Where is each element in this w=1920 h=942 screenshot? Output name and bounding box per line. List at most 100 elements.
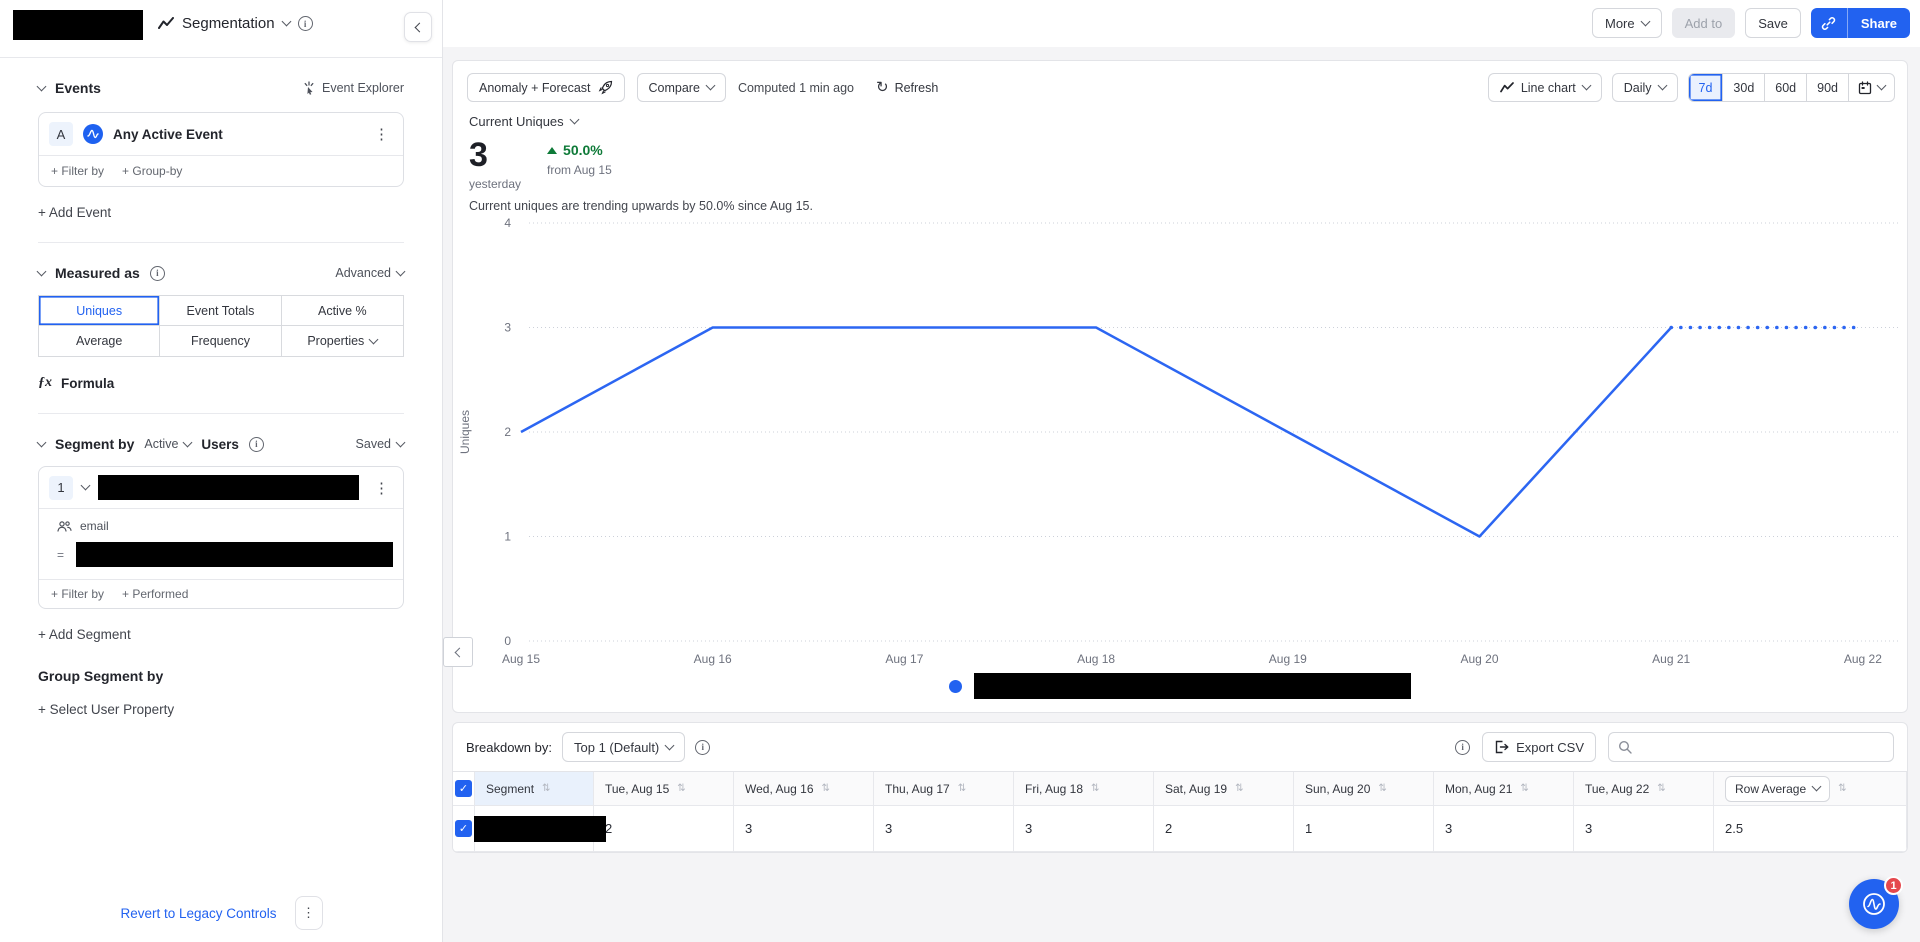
column-header[interactable]: Mon, Aug 21⇅ xyxy=(1434,772,1574,806)
compare-button[interactable]: Compare xyxy=(637,73,726,102)
advanced-dropdown[interactable]: Advanced xyxy=(335,266,404,280)
row-checkbox[interactable]: ✓ xyxy=(455,820,472,837)
measured-as-title: Measured as xyxy=(55,265,140,281)
event-explorer-button[interactable]: Event Explorer xyxy=(302,81,404,95)
segment-performed-button[interactable]: + Performed xyxy=(122,587,188,601)
column-header[interactable]: Fri, Aug 18⇅ xyxy=(1014,772,1154,806)
segment-kebab-menu[interactable]: ⋮ xyxy=(370,479,393,497)
notification-badge: 1 xyxy=(1884,876,1903,895)
sort-icon[interactable]: ⇅ xyxy=(958,783,966,794)
share-button[interactable]: Share xyxy=(1848,8,1910,38)
event-kebab-menu[interactable]: ⋮ xyxy=(370,125,393,143)
column-header[interactable]: Tue, Aug 15⇅ xyxy=(594,772,734,806)
chart-type-dropdown[interactable]: Line chart xyxy=(1488,73,1602,102)
info-icon[interactable]: i xyxy=(150,266,165,281)
segment-property[interactable]: email xyxy=(80,519,109,533)
breakdown-selector[interactable]: Top 1 (Default) xyxy=(562,732,685,762)
column-header[interactable]: Thu, Aug 17⇅ xyxy=(874,772,1014,806)
measure-option-frequency[interactable]: Frequency xyxy=(160,326,281,356)
column-header[interactable]: Sun, Aug 20⇅ xyxy=(1294,772,1434,806)
metric-change: 50.0% xyxy=(547,142,612,158)
info-icon[interactable]: i xyxy=(695,740,710,755)
row-average-cell: 2.5 xyxy=(1714,806,1907,852)
sort-icon[interactable]: ⇅ xyxy=(822,783,830,794)
column-header[interactable]: Tue, Aug 22⇅ xyxy=(1574,772,1714,806)
metric-selector[interactable]: Current Uniques xyxy=(469,114,813,129)
computed-status: Computed 1 min ago xyxy=(738,81,854,95)
info-icon[interactable]: i xyxy=(1455,740,1470,755)
legend-series-dot[interactable] xyxy=(949,680,962,693)
chevron-down-icon[interactable] xyxy=(281,17,291,27)
line-chart[interactable]: 01234UniquesAug 15Aug 16Aug 17Aug 18Aug … xyxy=(453,201,1907,671)
sort-icon[interactable]: ⇅ xyxy=(1091,783,1099,794)
segment-by-title: Segment by xyxy=(55,436,134,452)
event-filter-by-button[interactable]: + Filter by xyxy=(51,164,104,178)
measure-option-uniques[interactable]: Uniques xyxy=(39,296,160,326)
column-header[interactable]: Wed, Aug 16⇅ xyxy=(734,772,874,806)
redacted-legend-label xyxy=(974,673,1411,699)
range-7d[interactable]: 7d xyxy=(1689,74,1724,101)
chart-scroll-left-button[interactable] xyxy=(443,637,473,667)
segment-operator[interactable]: = xyxy=(57,548,64,562)
sort-icon[interactable]: ⇅ xyxy=(677,783,685,794)
segment-filter-by-button[interactable]: + Filter by xyxy=(51,587,104,601)
info-icon[interactable]: i xyxy=(249,437,264,452)
row-average-selector[interactable]: Row Average xyxy=(1725,776,1830,802)
anomaly-forecast-button[interactable]: Anomaly + Forecast xyxy=(467,73,625,102)
range-30d[interactable]: 30d xyxy=(1723,74,1765,101)
sort-icon[interactable]: ⇅ xyxy=(1235,783,1243,794)
save-button[interactable]: Save xyxy=(1745,8,1801,38)
collapse-events-icon[interactable] xyxy=(37,81,47,91)
svg-text:Aug 16: Aug 16 xyxy=(694,652,732,666)
fx-icon: ƒx xyxy=(38,375,52,391)
add-segment-button[interactable]: + Add Segment xyxy=(38,627,404,642)
redacted-segment-name xyxy=(98,475,359,500)
chevron-down-icon[interactable] xyxy=(81,481,91,491)
link-icon xyxy=(1821,16,1836,31)
select-all-checkbox[interactable]: ✓ xyxy=(455,780,472,797)
search-input[interactable] xyxy=(1640,740,1884,755)
svg-text:Aug 21: Aug 21 xyxy=(1652,652,1690,666)
event-group-by-button[interactable]: + Group-by xyxy=(122,164,182,178)
add-to-button[interactable]: Add to xyxy=(1672,8,1736,38)
measure-option-average[interactable]: Average xyxy=(39,326,160,356)
measure-option-properties[interactable]: Properties xyxy=(282,326,403,356)
event-name[interactable]: Any Active Event xyxy=(113,127,223,142)
help-assistant-button[interactable]: 1 xyxy=(1849,879,1899,929)
granularity-dropdown[interactable]: Daily xyxy=(1612,73,1678,102)
saved-dropdown[interactable]: Saved xyxy=(356,437,404,451)
collapse-segment-icon[interactable] xyxy=(37,437,47,447)
formula-button[interactable]: ƒx Formula xyxy=(38,375,404,391)
value-cell: 3 xyxy=(734,806,874,852)
column-header-segment[interactable]: Segment⇅ xyxy=(475,772,594,806)
svg-text:3: 3 xyxy=(504,321,511,335)
sort-icon[interactable]: ⇅ xyxy=(1378,783,1386,794)
export-csv-button[interactable]: Export CSV xyxy=(1482,732,1596,762)
measure-option-event-totals[interactable]: Event Totals xyxy=(160,296,281,326)
revert-legacy-link[interactable]: Revert to Legacy Controls xyxy=(120,906,276,921)
info-icon[interactable]: i xyxy=(298,16,313,31)
column-header[interactable]: Sat, Aug 19⇅ xyxy=(1154,772,1294,806)
calendar-icon xyxy=(1858,81,1872,95)
table-row[interactable]: ✓ 2 3 3 3 2 1 3 3 2.5 xyxy=(453,806,1907,852)
sort-icon[interactable]: ⇅ xyxy=(542,783,550,794)
range-90d[interactable]: 90d xyxy=(1807,74,1849,101)
value-cell: 3 xyxy=(874,806,1014,852)
sort-icon[interactable]: ⇅ xyxy=(1838,783,1846,794)
sort-icon[interactable]: ⇅ xyxy=(1520,783,1528,794)
measure-option-active-pct[interactable]: Active % xyxy=(282,296,403,326)
refresh-button[interactable]: ↻ Refresh xyxy=(876,80,938,95)
add-event-button[interactable]: + Add Event xyxy=(38,205,404,220)
segment-number-badge: 1 xyxy=(49,476,73,500)
divider xyxy=(38,413,404,414)
more-button[interactable]: More xyxy=(1592,8,1662,38)
active-dropdown[interactable]: Active xyxy=(144,437,191,451)
copy-link-button[interactable] xyxy=(1811,8,1847,38)
collapse-measured-icon[interactable] xyxy=(37,266,47,276)
range-60d[interactable]: 60d xyxy=(1765,74,1807,101)
sidebar-kebab-button[interactable]: ⋮ xyxy=(295,896,323,930)
collapse-sidebar-button[interactable] xyxy=(404,12,432,42)
custom-date-range-button[interactable] xyxy=(1849,74,1894,101)
sort-icon[interactable]: ⇅ xyxy=(1657,783,1665,794)
select-user-property-button[interactable]: + Select User Property xyxy=(38,702,404,717)
